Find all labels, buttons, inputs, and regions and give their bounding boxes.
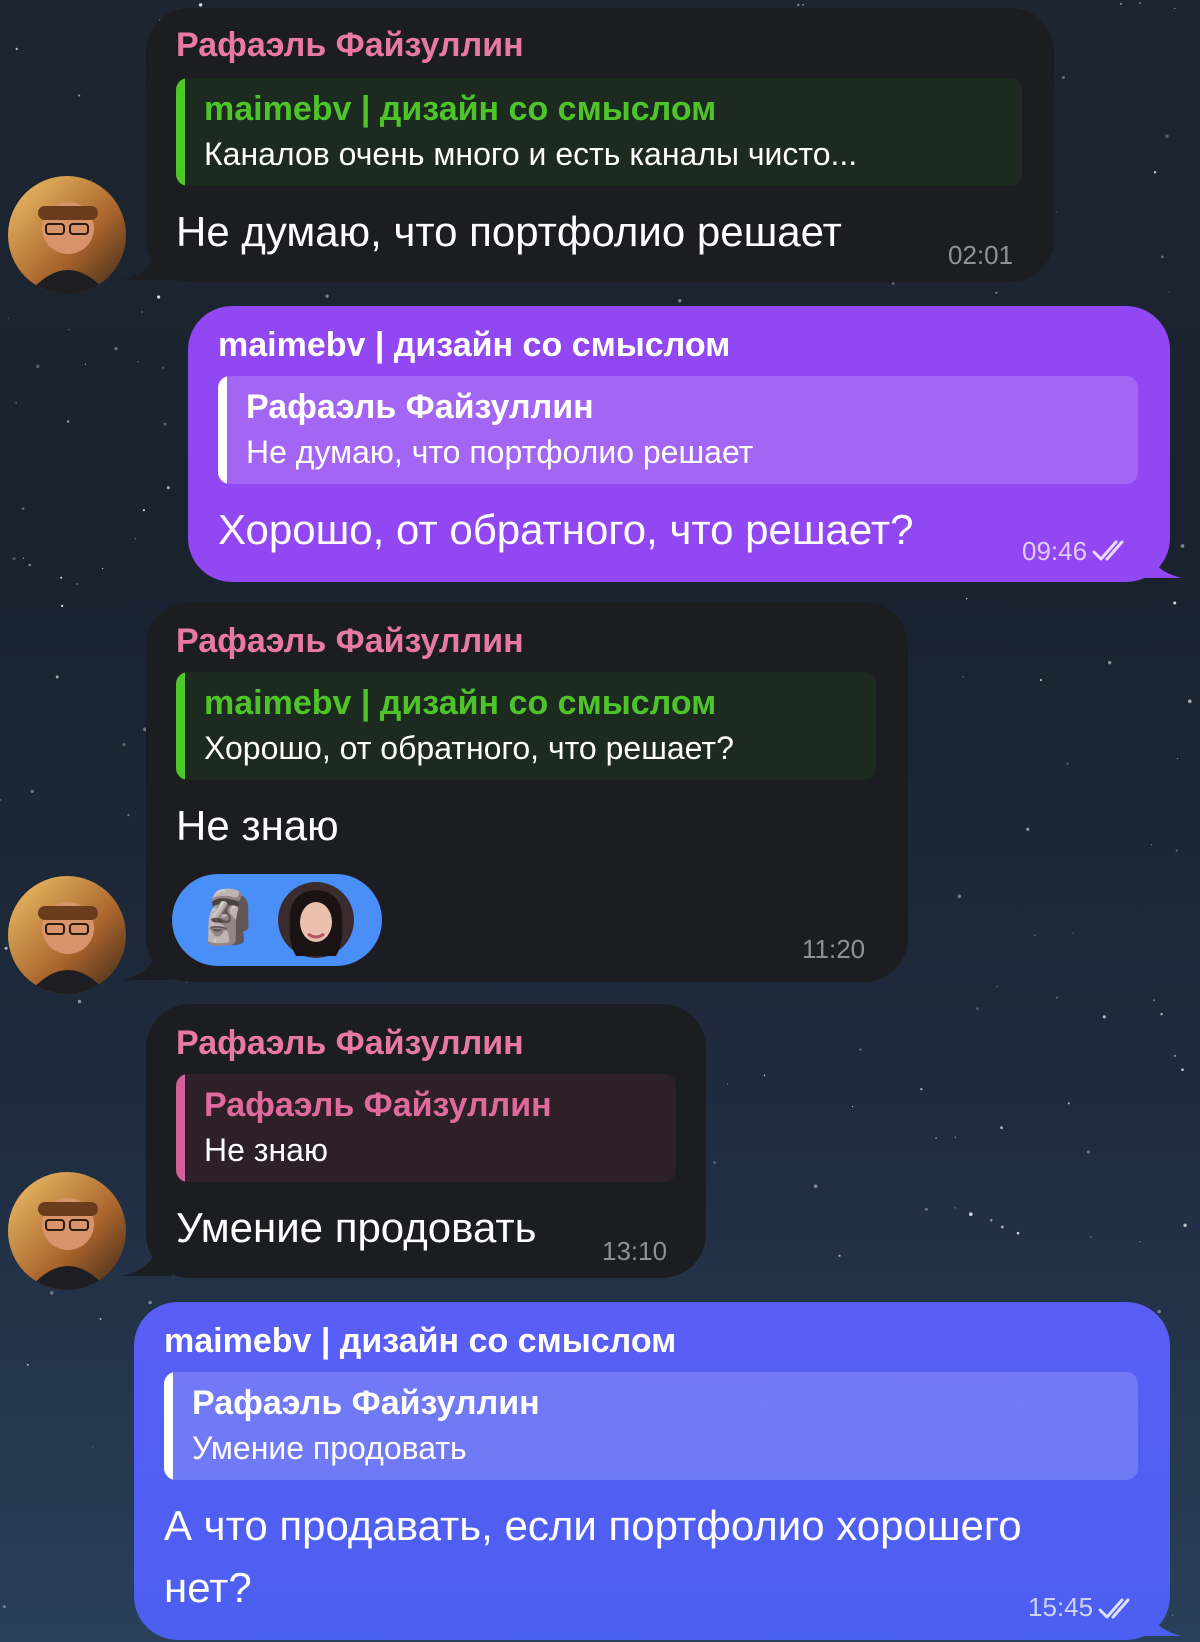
message-bubble[interactable]: maimebv | дизайн со смыслом Рафаэль Файз… [134,1302,1170,1640]
quote-text: Хорошо, от обратного, что решает? [204,730,734,766]
message-time: 13:10 [602,1236,668,1266]
reply-quote[interactable]: maimebv | дизайн со смыслом Каналов очен… [176,78,1022,186]
message-text-line-1: А что продавать, если портфолио хорошего [164,1502,1022,1549]
message-time: 02:01 [948,240,1014,270]
quote-sender: Рафаэль Файзуллин [192,1384,540,1422]
quote-text: Умение продовать [192,1430,467,1466]
message-time: 09:46 [1022,536,1088,566]
quote-sender: Рафаэль Файзуллин [204,1086,552,1124]
quote-sender: maimebv | дизайн со смыслом [204,684,717,722]
sender-name[interactable]: Рафаэль Файзуллин [176,1024,524,1063]
sender-name[interactable]: Рафаэль Файзуллин [176,622,524,661]
reply-quote[interactable]: Рафаэль Файзуллин Не думаю, что портфоли… [218,376,1138,484]
quote-sender: Рафаэль Файзуллин [246,388,594,426]
message-text: Хорошо, от обратного, что решает? [218,506,914,553]
quote-bar [218,376,227,484]
message-bubble[interactable]: Рафаэль Файзуллин Рафаэль Файзуллин Не з… [146,1004,706,1278]
reply-quote[interactable]: Рафаэль Файзуллин Не знаю [176,1074,676,1182]
avatar[interactable] [8,176,126,294]
quote-sender: maimebv | дизайн со смыслом [204,90,717,128]
quote-bar [176,672,185,780]
reactor-avatar-icon [278,882,354,958]
quote-bar [176,1074,185,1182]
message-bubble[interactable]: Рафаэль Файзуллин maimebv | дизайн со см… [146,8,1054,282]
sender-name[interactable]: Рафаэль Файзуллин [176,26,524,65]
message-bubble[interactable]: maimebv | дизайн со смыслом Рафаэль Файз… [188,306,1170,582]
message-text: Не знаю [176,802,339,849]
avatar[interactable] [8,1172,126,1290]
quote-bar [176,78,185,186]
message-time: 11:20 [802,934,866,964]
message-time: 15:45 [1028,1592,1094,1622]
sender-name[interactable]: maimebv | дизайн со смыслом [164,1322,676,1361]
sender-name[interactable]: maimebv | дизайн со смыслом [218,326,730,365]
quote-text: Каналов очень много и есть каналы чисто.… [204,136,858,172]
double-check-icon [1092,540,1124,561]
avatar[interactable] [8,876,126,994]
quote-text: Не думаю, что портфолио решает [246,434,754,470]
quote-bar [164,1372,173,1480]
moai-emoji-icon: 🗿 [196,889,261,947]
double-check-icon [1098,1598,1130,1619]
reply-quote[interactable]: maimebv | дизайн со смыслом Хорошо, от о… [176,672,876,780]
message-text-line-2: нет? [164,1564,252,1611]
reaction-chip[interactable]: 🗿 [172,874,382,966]
message-text: Умение продовать [176,1204,537,1251]
reply-quote[interactable]: Рафаэль Файзуллин Умение продовать [164,1372,1138,1480]
message-text: Не думаю, что портфолио решает [176,208,842,255]
quote-text: Не знаю [204,1132,328,1168]
